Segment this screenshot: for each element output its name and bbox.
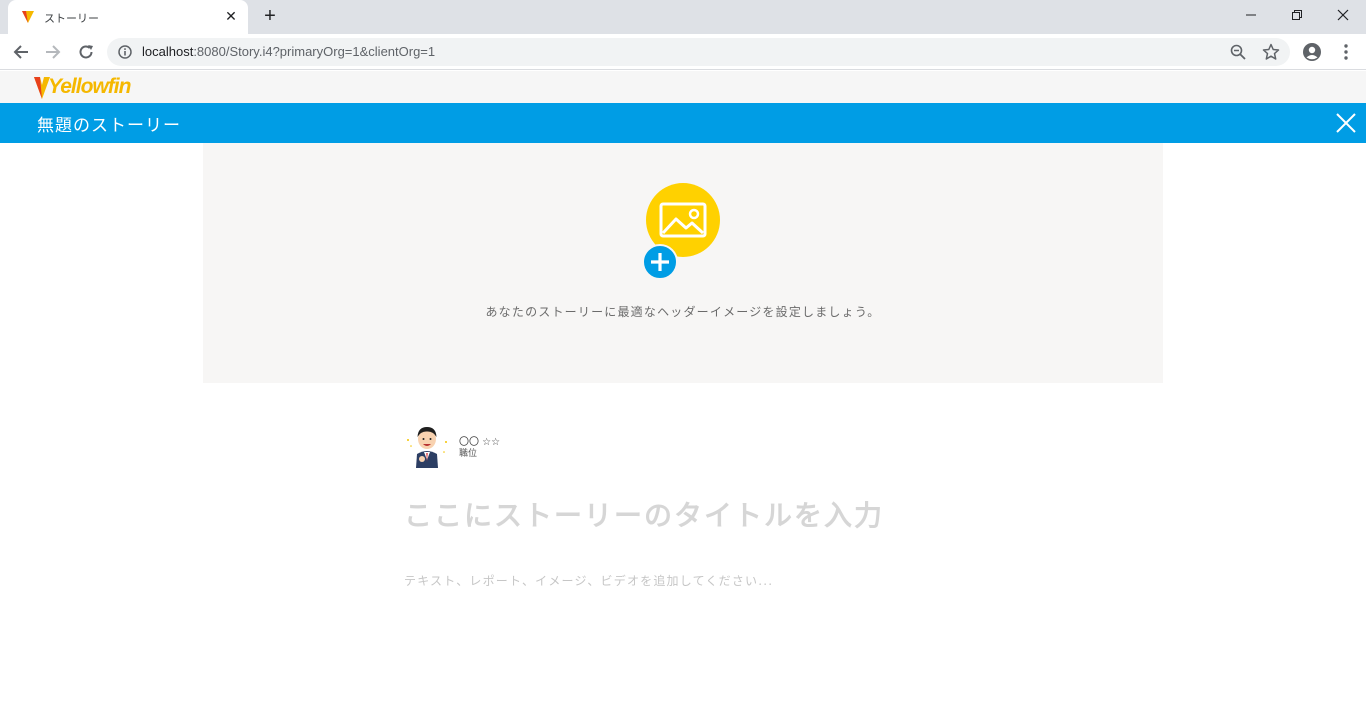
profile-avatar-icon[interactable] [1302, 42, 1322, 62]
author-avatar [407, 427, 447, 468]
forward-button[interactable] [40, 39, 66, 65]
zoom-out-icon[interactable] [1230, 44, 1246, 60]
window-close-button[interactable] [1320, 0, 1366, 30]
reload-button[interactable] [73, 39, 99, 65]
story-title-input[interactable]: ここにストーリーのタイトルを入力 [404, 494, 1104, 534]
bookmark-star-icon[interactable] [1262, 43, 1280, 61]
browser-tab[interactable]: ストーリー ✕ [8, 0, 248, 34]
tab-close-icon[interactable]: ✕ [222, 8, 240, 26]
restore-icon [1292, 10, 1302, 20]
reload-icon [79, 45, 93, 59]
arrow-right-icon [46, 45, 61, 59]
back-button[interactable] [8, 39, 34, 65]
add-image-plus-button[interactable] [642, 244, 678, 280]
app-header: Yellowfin [0, 71, 1366, 103]
address-bar[interactable]: localhost:8080/Story.i4?primaryOrg=1&cli… [107, 38, 1290, 66]
minimize-icon [1246, 14, 1256, 16]
yellowfin-favicon-icon [22, 11, 34, 23]
close-story-icon[interactable] [1334, 111, 1358, 135]
author-info: 〇〇 ☆☆ 職位 [404, 422, 604, 468]
tab-title: ストーリー [44, 13, 99, 25]
author-role: 職位 [459, 449, 478, 459]
header-image-dropzone[interactable]: あなたのストーリーに最適なヘッダーイメージを設定しましょう。 [203, 143, 1163, 383]
story-title-bar: 無題のストーリー [0, 103, 1366, 143]
new-tab-button[interactable]: + [259, 6, 281, 28]
yellowfin-logo[interactable]: Yellowfin [34, 75, 134, 101]
info-icon[interactable] [118, 45, 132, 59]
plus-icon [651, 253, 669, 271]
url-text: localhost:8080/Story.i4?primaryOrg=1&cli… [142, 44, 435, 59]
story-body-input[interactable]: テキスト、レポート、イメージ、ビデオを追加してください... [404, 572, 1104, 592]
url-path: :8080/Story.i4?primaryOrg=1&clientOrg=1 [193, 44, 436, 59]
story-name: 無題のストーリー [37, 116, 181, 136]
url-host: localhost [142, 44, 194, 59]
kebab-menu-icon[interactable] [1336, 42, 1356, 62]
window-restore-button[interactable] [1274, 0, 1320, 30]
arrow-left-icon [13, 45, 28, 59]
header-image-hint: あなたのストーリーに最適なヘッダーイメージを設定しましょう。 [485, 305, 881, 319]
browser-tabstrip: ストーリー ✕ + [0, 0, 1366, 34]
window-minimize-button[interactable] [1228, 0, 1274, 30]
browser-toolbar: localhost:8080/Story.i4?primaryOrg=1&cli… [0, 34, 1366, 70]
logo-text: Yellowfin [48, 75, 131, 98]
close-icon [1337, 9, 1349, 21]
